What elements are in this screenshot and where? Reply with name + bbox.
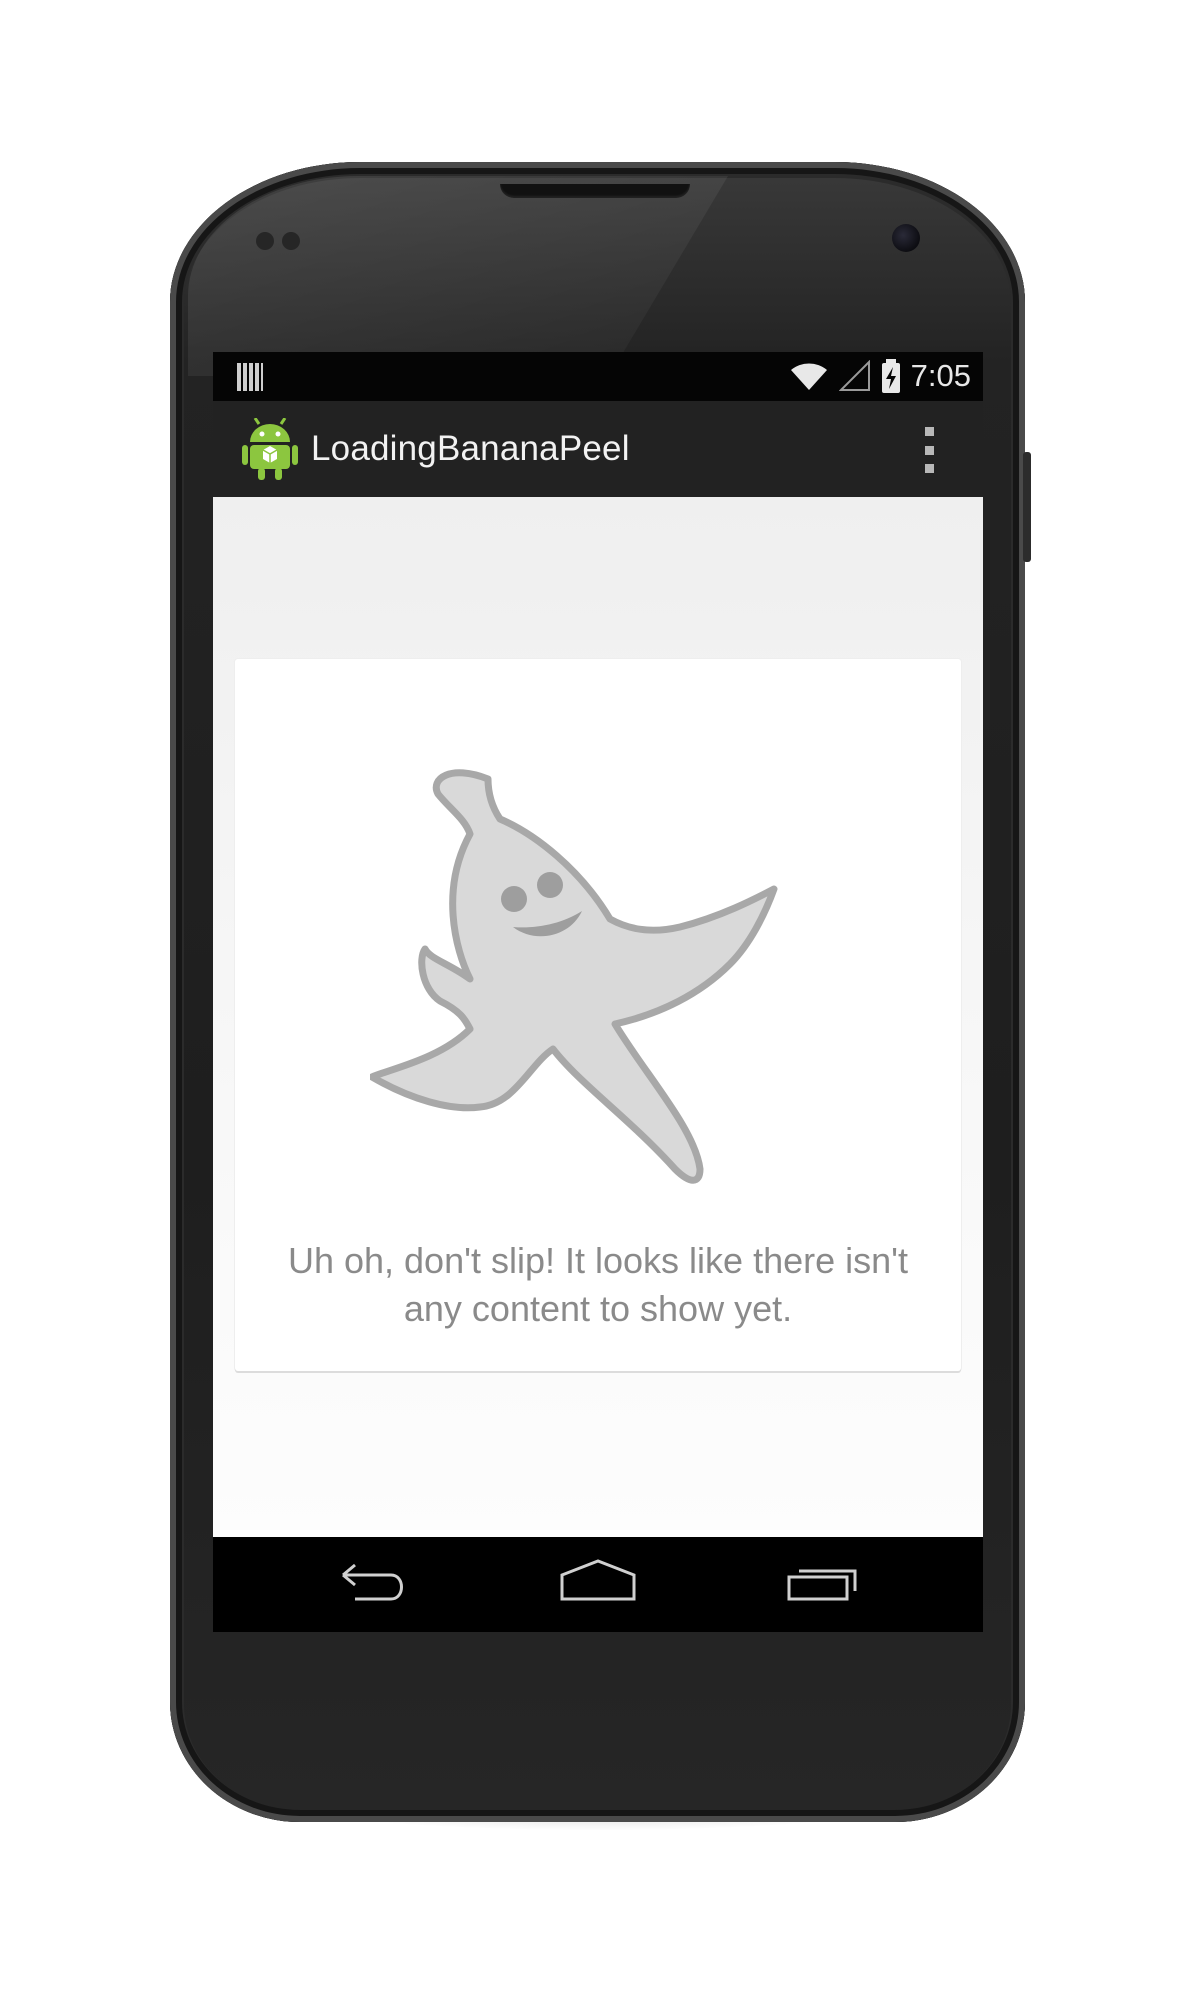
status-bar: 7:05 [213,352,983,401]
battery-charging-icon [881,359,900,393]
front-camera [892,224,920,252]
power-button[interactable] [1023,452,1031,562]
status-icons: 7:05 [789,356,971,396]
banana-peel-mascot [370,769,778,1184]
screen-glare [188,176,728,376]
navigation-bar [213,1537,983,1632]
content-area: Uh oh, don't slip! It looks like there i… [213,497,983,1537]
recent-apps-icon[interactable] [783,1559,863,1609]
proximity-sensors [256,232,316,252]
app-title: LoadingBananaPeel [311,429,630,468]
home-icon[interactable] [558,1559,638,1609]
overflow-menu-icon[interactable] [921,427,937,473]
empty-state-message: Uh oh, don't slip! It looks like there i… [287,1240,909,1329]
back-icon[interactable] [333,1559,413,1609]
earpiece-speaker [500,184,690,198]
device-screen: 7:05 LoadingBananaPeel Uh oh, don't slip… [213,352,983,1632]
wifi-icon [790,363,827,390]
notification-bars-icon [237,363,263,391]
cell-signal-icon [838,360,870,391]
action-bar: LoadingBananaPeel [213,401,983,499]
android-robot-icon[interactable] [241,418,299,480]
status-time: 7:05 [910,358,971,393]
empty-state-card: Uh oh, don't slip! It looks like there i… [235,659,961,1371]
